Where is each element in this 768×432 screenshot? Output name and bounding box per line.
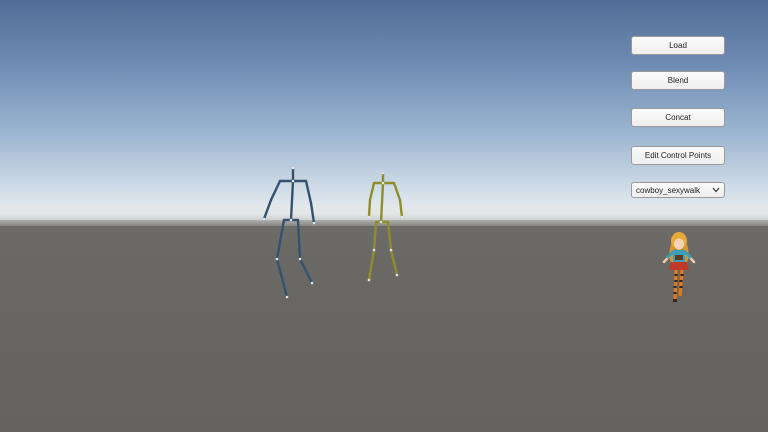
load-button[interactable]: Load bbox=[631, 36, 725, 55]
skeleton-blue[interactable] bbox=[262, 166, 316, 299]
edit-control-points-button[interactable]: Edit Control Points bbox=[631, 146, 725, 165]
animation-dropdown-value: cowboy_sexywalk bbox=[636, 185, 701, 195]
anime-girl-character[interactable] bbox=[662, 232, 696, 302]
skeleton-olive[interactable] bbox=[367, 171, 404, 282]
scene-viewport[interactable] bbox=[0, 0, 768, 432]
blend-button[interactable]: Blend bbox=[631, 71, 725, 90]
scene-canvas bbox=[262, 166, 696, 302]
concat-button[interactable]: Concat bbox=[631, 108, 725, 127]
animation-dropdown[interactable]: cowboy_sexywalk bbox=[631, 182, 725, 198]
chevron-down-icon bbox=[712, 186, 720, 195]
